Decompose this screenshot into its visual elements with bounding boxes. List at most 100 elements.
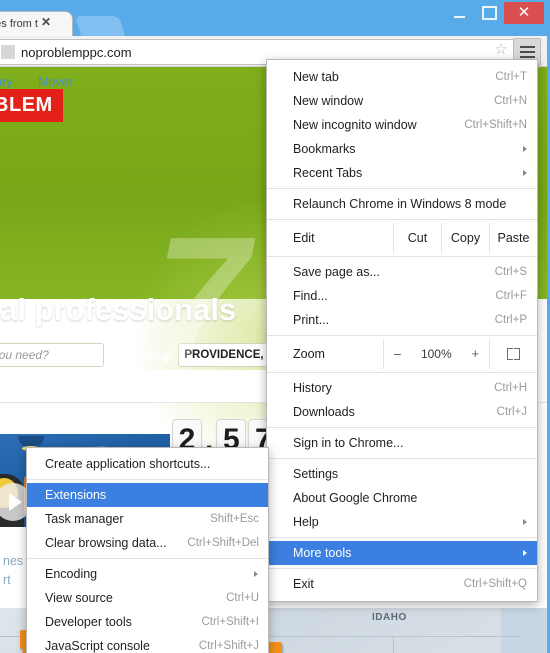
fullscreen-icon: [507, 348, 520, 360]
site-logo-badge: OBLEM: [0, 89, 63, 122]
menu-item-bookmarks[interactable]: Bookmarks: [267, 137, 537, 161]
copy-button[interactable]: Copy: [441, 223, 489, 253]
maximize-button[interactable]: [474, 3, 504, 23]
tab-title: otes from th: [0, 18, 38, 30]
nav-link-attorney[interactable]: rney: [0, 75, 12, 89]
menu-item-label: Save page as...: [293, 265, 380, 279]
submenu-item-view-source[interactable]: View source Ctrl+U: [27, 586, 268, 610]
browser-tab[interactable]: otes from th ✕: [0, 12, 72, 36]
submenu-item-clear-browsing-data[interactable]: Clear browsing data... Ctrl+Shift+Del: [27, 531, 268, 555]
menu-item-new-tab[interactable]: New tab Ctrl+T: [267, 65, 537, 89]
menu-separator: [267, 219, 537, 220]
menu-separator: [267, 335, 537, 336]
menu-item-sign-in-to-chrome[interactable]: Sign in to Chrome...: [267, 431, 537, 455]
category-link-nes[interactable]: nes: [3, 552, 23, 571]
menu-item-find[interactable]: Find... Ctrl+F: [267, 284, 537, 308]
service-search-placeholder: o do you need?: [0, 348, 49, 362]
menu-item-save-page-as[interactable]: Save page as... Ctrl+S: [267, 260, 537, 284]
menu-item-label: Recent Tabs: [293, 166, 363, 180]
menu-item-accel: Ctrl+H: [494, 382, 527, 394]
menu-item-relaunch-windows8[interactable]: Relaunch Chrome in Windows 8 mode: [267, 192, 537, 216]
service-search-input[interactable]: o do you need?: [0, 343, 104, 367]
chevron-right-icon: [523, 519, 527, 525]
chevron-right-icon: [523, 550, 527, 556]
menu-item-print[interactable]: Print... Ctrl+P: [267, 308, 537, 332]
menu-item-accel: Ctrl+J: [496, 406, 527, 418]
menu-item-label: New incognito window: [293, 118, 417, 132]
submenu-item-developer-tools[interactable]: Developer tools Ctrl+Shift+I: [27, 610, 268, 634]
menu-item-label: History: [293, 381, 332, 395]
menu-item-label: Exit: [293, 577, 314, 591]
submenu-item-javascript-console[interactable]: JavaScript console Ctrl+Shift+J: [27, 634, 268, 653]
menu-item-history[interactable]: History Ctrl+H: [267, 376, 537, 400]
menu-item-accel: Ctrl+Shift+Del: [187, 537, 259, 549]
window-controls: ✕: [444, 2, 544, 24]
page-info-icon[interactable]: [1, 45, 15, 59]
play-triangle-icon: [8, 493, 22, 511]
menu-item-label: View source: [45, 591, 113, 605]
menu-item-label: Relaunch Chrome in Windows 8 mode: [293, 197, 507, 211]
menu-item-label: Encoding: [45, 567, 98, 581]
menu-item-settings[interactable]: Settings: [267, 462, 537, 486]
zoom-controls: – 100% +: [383, 339, 489, 369]
zoom-level-value: 100%: [420, 347, 452, 361]
menu-zoom-row: Zoom – 100% +: [267, 339, 537, 369]
menu-item-accel: Ctrl+Shift+J: [198, 640, 259, 652]
menu-separator: [267, 256, 537, 257]
hero-search-row: o do you need? Covering PROVIDENCE, UTA: [0, 343, 301, 367]
menu-item-about-google-chrome[interactable]: About Google Chrome: [267, 486, 537, 510]
submenu-item-task-manager[interactable]: Task manager Shift+Esc: [27, 507, 268, 531]
menu-item-label: Find...: [293, 289, 328, 303]
new-tab-button[interactable]: [74, 16, 126, 36]
menu-item-downloads[interactable]: Downloads Ctrl+J: [267, 400, 537, 424]
menu-item-label: Task manager: [45, 512, 124, 526]
close-button[interactable]: ✕: [504, 2, 544, 24]
cut-button[interactable]: Cut: [393, 223, 441, 253]
menu-item-recent-tabs[interactable]: Recent Tabs: [267, 161, 537, 185]
fullscreen-button[interactable]: [489, 339, 537, 369]
menu-separator: [267, 568, 537, 569]
zoom-in-button[interactable]: +: [472, 347, 479, 361]
menu-item-label: Sign in to Chrome...: [293, 436, 404, 450]
menu-item-new-incognito-window[interactable]: New incognito window Ctrl+Shift+N: [267, 113, 537, 137]
menu-item-new-window[interactable]: New window Ctrl+N: [267, 89, 537, 113]
submenu-item-extensions[interactable]: Extensions: [27, 483, 268, 507]
chevron-right-icon: [523, 170, 527, 176]
menu-item-accel: Ctrl+Shift+N: [464, 119, 527, 131]
menu-item-label: Downloads: [293, 405, 355, 419]
menu-item-label: About Google Chrome: [293, 491, 418, 505]
menu-item-label: More tools: [293, 546, 352, 560]
chevron-right-icon: [254, 571, 258, 577]
nav-link-mover[interactable]: Mover: [38, 75, 73, 89]
paste-button[interactable]: Paste: [489, 223, 537, 253]
chevron-right-icon: [523, 146, 527, 152]
zoom-out-button[interactable]: –: [394, 347, 401, 361]
menu-item-label: JavaScript console: [45, 639, 150, 653]
tab-close-icon[interactable]: ✕: [40, 16, 52, 28]
menu-separator: [267, 427, 537, 428]
hamburger-icon-line: [519, 56, 535, 58]
menu-item-label: Print...: [293, 313, 330, 327]
bookmark-star-icon[interactable]: ☆: [491, 40, 511, 60]
menu-item-accel: Ctrl+T: [495, 71, 527, 83]
covering-label: Covering: [113, 347, 170, 363]
menu-separator: [267, 458, 537, 459]
menu-separator: [267, 188, 537, 189]
menu-item-label: Settings: [293, 467, 339, 481]
menu-item-accel: Ctrl+U: [226, 592, 259, 604]
menu-item-more-tools[interactable]: More tools: [267, 541, 537, 565]
submenu-item-encoding[interactable]: Encoding: [27, 562, 268, 586]
submenu-item-create-application-shortcuts[interactable]: Create application shortcuts...: [27, 452, 268, 476]
category-link-rt[interactable]: rt: [3, 571, 11, 590]
menu-item-accel: Ctrl+Shift+I: [201, 616, 259, 628]
hamburger-icon-line: [519, 46, 535, 48]
menu-item-label: Bookmarks: [293, 142, 356, 156]
hamburger-icon-line: [519, 51, 535, 53]
menu-item-exit[interactable]: Exit Ctrl+Shift+Q: [267, 572, 537, 596]
chrome-main-menu: New tab Ctrl+T New window Ctrl+N New inc…: [266, 59, 538, 602]
map-water: [501, 608, 547, 653]
menu-item-accel: Ctrl+S: [494, 266, 527, 278]
menu-item-help[interactable]: Help: [267, 510, 537, 534]
more-tools-submenu: Create application shortcuts... Extensio…: [26, 447, 269, 653]
minimize-button[interactable]: [444, 3, 474, 23]
